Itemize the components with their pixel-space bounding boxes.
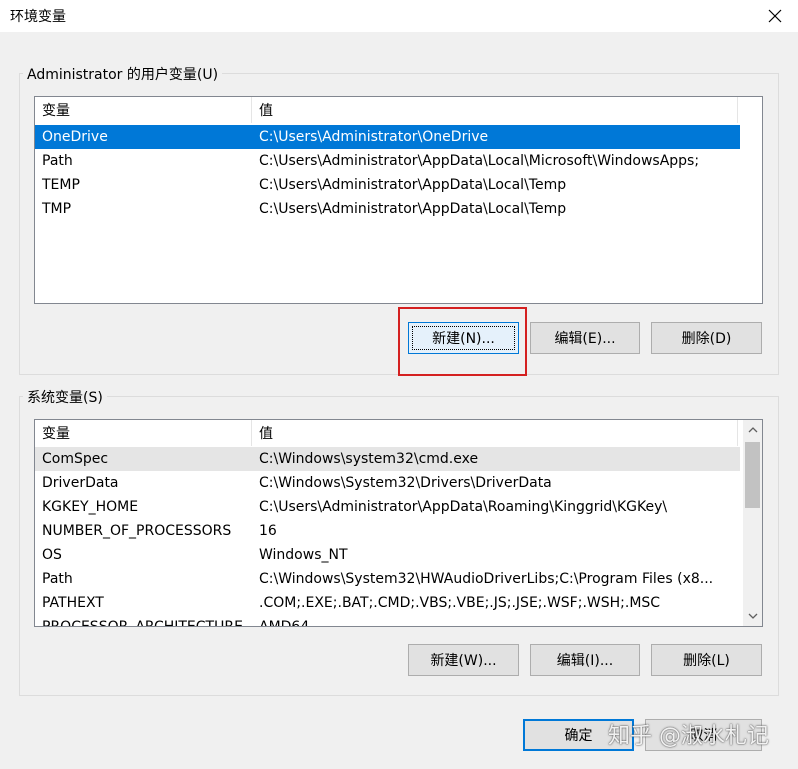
user-edit-button[interactable]: 编辑(E)...	[530, 322, 640, 354]
scroll-thumb[interactable]	[745, 442, 760, 508]
ok-button-label: 确定	[564, 728, 593, 744]
row-variable-name: TMP	[42, 201, 72, 217]
close-icon	[768, 9, 782, 23]
chevron-up-icon	[748, 427, 757, 433]
row-variable-value: C:\Windows\system32\cmd.exe	[259, 451, 479, 467]
table-row[interactable]: NUMBER_OF_PROCESSORS 16	[35, 519, 740, 543]
row-variable-name: KGKEY_HOME	[42, 499, 139, 515]
row-variable-value: C:\Windows\System32\HWAudioDriverLibs;C:…	[259, 571, 714, 587]
scroll-up-button[interactable]	[743, 420, 762, 440]
system-delete-button[interactable]: 删除(L)	[651, 644, 762, 676]
user-vars-group-label: Administrator 的用户变量(U)	[23, 64, 223, 84]
system-vars-list[interactable]: 变量 值 ComSpec C:\Windows\system32\cmd.exe…	[34, 419, 763, 627]
user-edit-button-label: 编辑(E)...	[554, 331, 616, 347]
row-variable-value: C:\Users\Administrator\AppData\Local\Mic…	[259, 153, 700, 169]
user-delete-button-label: 删除(D)	[681, 331, 732, 347]
row-variable-name: DriverData	[42, 475, 119, 491]
user-delete-button[interactable]: 删除(D)	[651, 322, 762, 354]
system-vars-scrollbar[interactable]	[743, 420, 762, 626]
system-vars-list-header: 变量 值	[35, 420, 738, 446]
table-row[interactable]: TEMP C:\Users\Administrator\AppData\Loca…	[35, 173, 740, 197]
table-row[interactable]: DriverData C:\Windows\System32\Drivers\D…	[35, 471, 740, 495]
column-header-value[interactable]: 值	[252, 97, 738, 123]
row-variable-name: Path	[42, 571, 73, 587]
row-variable-name: NUMBER_OF_PROCESSORS	[42, 523, 232, 539]
row-variable-value: C:\Users\Administrator\AppData\Local\Tem…	[259, 201, 567, 217]
row-variable-value: .COM;.EXE;.BAT;.CMD;.VBS;.VBE;.JS;.JSE;.…	[259, 595, 661, 611]
row-variable-value: C:\Users\Administrator\AppData\Roaming\K…	[259, 499, 668, 515]
row-variable-name: PROCESSOR_ARCHITECTURE	[42, 619, 243, 627]
row-variable-name: OneDrive	[42, 129, 108, 145]
row-variable-value: AMD64	[259, 619, 310, 627]
user-vars-list[interactable]: 变量 值 OneDrive C:\Users\Administrator\One…	[34, 96, 763, 304]
row-variable-value: C:\Users\Administrator\OneDrive	[259, 129, 489, 145]
row-variable-value: 16	[259, 523, 277, 539]
column-header-variable[interactable]: 变量	[35, 97, 252, 123]
focus-ring	[412, 326, 515, 350]
row-variable-name: OS	[42, 547, 62, 563]
user-new-button-label: 新建(N)...	[432, 331, 495, 347]
system-edit-button[interactable]: 编辑(I)...	[530, 644, 640, 676]
scroll-down-button[interactable]	[743, 606, 762, 626]
chevron-down-icon	[748, 613, 757, 619]
row-variable-name: PATHEXT	[42, 595, 104, 611]
cancel-button-label: 取消	[689, 728, 718, 744]
row-variable-value: C:\Windows\System32\Drivers\DriverData	[259, 475, 552, 491]
table-row[interactable]: OS Windows_NT	[35, 543, 740, 567]
row-variable-name: Path	[42, 153, 73, 169]
row-variable-name: TEMP	[42, 177, 80, 193]
table-row[interactable]: ComSpec C:\Windows\system32\cmd.exe	[35, 447, 740, 471]
system-new-button[interactable]: 新建(W)...	[408, 644, 519, 676]
user-new-button[interactable]: 新建(N)...	[408, 322, 519, 354]
table-row[interactable]: KGKEY_HOME C:\Users\Administrator\AppDat…	[35, 495, 740, 519]
table-row[interactable]: PATHEXT .COM;.EXE;.BAT;.CMD;.VBS;.VBE;.J…	[35, 591, 740, 615]
row-variable-value: C:\Users\Administrator\AppData\Local\Tem…	[259, 177, 567, 193]
system-delete-button-label: 删除(L)	[683, 653, 730, 669]
cancel-button[interactable]: 取消	[645, 719, 762, 751]
table-row[interactable]: Path C:\Windows\System32\HWAudioDriverLi…	[35, 567, 740, 591]
system-vars-group-label: 系统变量(S)	[23, 387, 107, 407]
row-variable-value: Windows_NT	[259, 547, 348, 563]
table-row[interactable]: OneDrive C:\Users\Administrator\OneDrive	[35, 125, 740, 149]
column-header-variable[interactable]: 变量	[35, 420, 252, 446]
system-new-button-label: 新建(W)...	[430, 653, 497, 669]
table-row[interactable]: TMP C:\Users\Administrator\AppData\Local…	[35, 197, 740, 221]
ok-button[interactable]: 确定	[523, 719, 634, 751]
table-row[interactable]: Path C:\Users\Administrator\AppData\Loca…	[35, 149, 740, 173]
system-edit-button-label: 编辑(I)...	[556, 653, 614, 669]
window-title: 环境变量	[10, 9, 66, 25]
user-vars-list-header: 变量 值	[35, 97, 738, 123]
close-button[interactable]	[752, 0, 798, 32]
row-variable-name: ComSpec	[42, 451, 109, 467]
table-row[interactable]: PROCESSOR_ARCHITECTURE AMD64	[35, 615, 740, 627]
title-bar: 环境变量	[0, 0, 798, 32]
column-header-value[interactable]: 值	[252, 420, 738, 446]
